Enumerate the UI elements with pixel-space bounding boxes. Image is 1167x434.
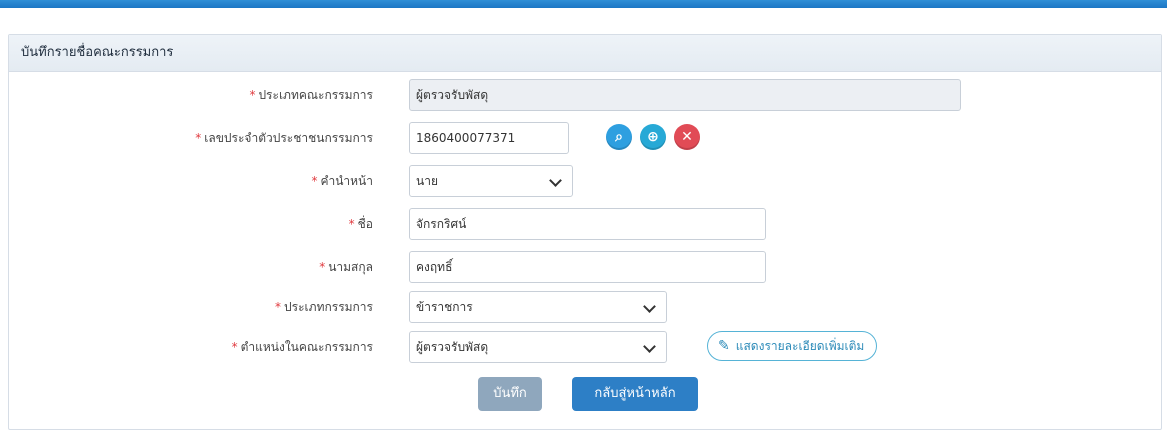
last-name-input[interactable]: คงฤทธิ์ <box>409 251 766 283</box>
save-button[interactable]: บันทึก <box>478 377 542 411</box>
zoom-in-icon: ⊕ <box>647 129 659 145</box>
member-type-select[interactable]: ข้าราชการ <box>409 291 667 323</box>
member-type-label: * ประเภทกรรมการ <box>275 300 373 314</box>
row-first-name: * ชื่อ จักรกริศน์ <box>9 208 1161 240</box>
zoom-button[interactable]: ⊕ <box>640 124 666 150</box>
committee-type-label: * ประเภทคณะกรรมการ <box>249 88 373 102</box>
panel-title: บันทึกรายชื่อคณะกรรมการ <box>9 35 1161 72</box>
committee-type-field: ผู้ตรวจรับพัสดุ <box>409 79 961 111</box>
first-name-label: * ชื่อ <box>348 217 373 231</box>
position-select[interactable]: ผู้ตรวจรับพัสดุ <box>409 331 667 363</box>
row-citizen-id: * เลขประจำตัวประชาชนกรรมการ 1860400077371… <box>9 122 1161 154</box>
close-icon: ✕ <box>681 129 693 145</box>
row-prefix: * คำนำหน้า นาย <box>9 165 1161 197</box>
citizen-id-label: * เลขประจำตัวประชาชนกรรมการ <box>195 131 373 145</box>
row-last-name: * นามสกุล คงฤทธิ์ <box>9 251 1161 283</box>
last-name-label: * นามสกุล <box>319 260 373 274</box>
position-label: * ตำแหน่งในคณะกรรมการ <box>231 340 373 354</box>
first-name-input[interactable]: จักรกริศน์ <box>409 208 766 240</box>
show-details-button[interactable]: ✎ แสดงรายละเอียดเพิ่มเติม <box>707 331 878 361</box>
action-row: บันทึก กลับสู่หน้าหลัก <box>9 377 1161 411</box>
search-button[interactable]: ⌕ <box>606 124 632 150</box>
row-member-type: * ประเภทกรรมการ ข้าราชการ <box>9 291 1161 323</box>
edit-icon: ✎ <box>718 338 730 354</box>
prefix-select[interactable]: นาย <box>409 165 573 197</box>
top-bar <box>0 0 1167 8</box>
row-position: * ตำแหน่งในคณะกรรมการ ผู้ตรวจรับพัสดุ ✎ แส… <box>9 331 1161 363</box>
prefix-label: * คำนำหน้า <box>311 174 373 188</box>
back-to-home-button[interactable]: กลับสู่หน้าหลัก <box>572 377 698 411</box>
citizen-id-input[interactable]: 1860400077371 <box>409 122 569 154</box>
committee-form-panel: บันทึกรายชื่อคณะกรรมการ * ประเภทคณะกรรมกา… <box>8 34 1162 430</box>
row-committee-type: * ประเภทคณะกรรมการ ผู้ตรวจรับพัสดุ <box>9 79 1161 111</box>
search-icon: ⌕ <box>615 129 623 145</box>
clear-button[interactable]: ✕ <box>674 124 700 150</box>
